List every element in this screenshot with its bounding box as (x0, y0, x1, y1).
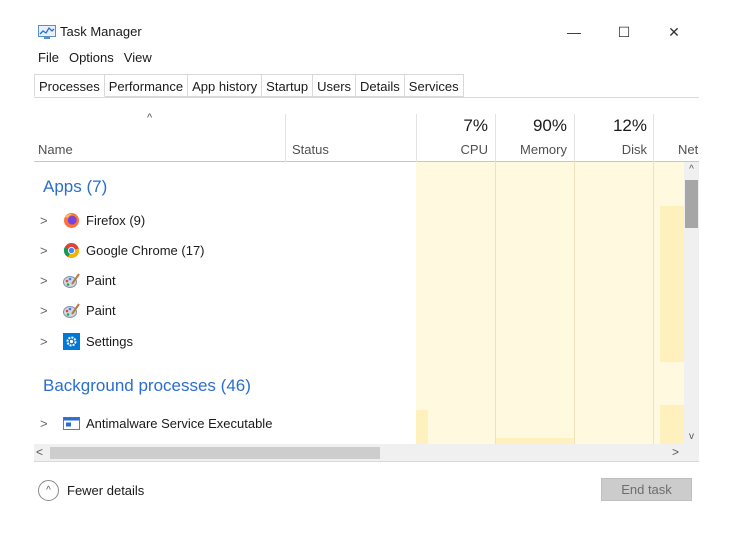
tab-services[interactable]: Services (404, 74, 464, 97)
fewer-details-label: Fewer details (67, 482, 145, 498)
process-name: Paint (86, 273, 116, 288)
group-header-background: Background processes (46) (43, 376, 251, 395)
column-divider[interactable] (574, 114, 575, 162)
process-name: Antimalware Service Executable (86, 416, 273, 431)
scroll-right-icon[interactable]: > (672, 445, 679, 459)
cpu-heat-cell (416, 410, 428, 444)
tab-performance[interactable]: Performance (104, 74, 189, 97)
tab-details[interactable]: Details (356, 74, 405, 97)
process-name: Firefox (9) (86, 213, 146, 228)
tab-bar: Processes Performance App history Startu… (34, 74, 464, 98)
expand-chevron-icon[interactable]: > (40, 213, 48, 228)
minimize-button[interactable]: — (551, 18, 597, 46)
tab-users[interactable]: Users (313, 74, 357, 97)
tab-startup[interactable]: Startup (262, 74, 314, 97)
column-header-memory[interactable]: Memory (520, 142, 567, 157)
paint-icon (63, 302, 80, 319)
expand-chevron-icon[interactable]: > (40, 303, 48, 318)
column-divider[interactable] (653, 114, 654, 162)
expand-chevron-icon[interactable]: > (40, 243, 48, 258)
process-row[interactable]: > Paint (34, 267, 414, 295)
column-divider[interactable] (495, 114, 496, 162)
process-name: Paint (86, 303, 116, 318)
column-divider[interactable] (416, 114, 417, 162)
vertical-scrollbar[interactable]: ^ v (684, 162, 699, 444)
network-heat-cell (660, 206, 684, 362)
end-task-button[interactable]: End task (601, 478, 692, 501)
column-header-status[interactable]: Status (292, 142, 329, 157)
close-icon: ✕ (668, 23, 680, 40)
chrome-icon (63, 242, 80, 259)
process-list: Apps (7) > Firefox (9) > Google Chrome (… (34, 162, 684, 444)
expand-chevron-icon[interactable]: > (40, 416, 48, 431)
cpu-heat-column (416, 162, 495, 444)
process-row[interactable]: > Settings (34, 328, 414, 356)
maximize-icon: ☐ (617, 23, 631, 40)
paint-icon (63, 272, 80, 289)
column-gridline (495, 162, 496, 444)
column-gridline (574, 162, 575, 444)
horizontal-scrollbar[interactable]: < > (34, 444, 699, 462)
disk-heat-column (574, 162, 653, 444)
menu-bar: File Options View (38, 50, 162, 65)
scroll-left-icon[interactable]: < (36, 445, 43, 459)
scroll-up-icon[interactable]: ^ (684, 164, 699, 175)
scroll-down-icon[interactable]: v (684, 431, 699, 442)
cpu-total-percent[interactable]: 7% (463, 116, 488, 136)
process-row[interactable]: > Antimalware Service Executable (34, 410, 414, 438)
process-row[interactable]: > Firefox (9) (34, 207, 414, 235)
service-icon (63, 415, 80, 432)
process-name: Settings (86, 334, 133, 349)
firefox-icon (63, 212, 80, 229)
task-manager-icon (38, 25, 56, 39)
title-bar: Task Manager — ☐ ✕ (34, 18, 699, 46)
menu-file[interactable]: File (38, 50, 59, 65)
minimize-icon: — (567, 24, 581, 40)
tab-app-history[interactable]: App history (188, 74, 263, 97)
column-header-network[interactable]: Net (678, 142, 698, 157)
process-name: Google Chrome (17) (86, 243, 205, 258)
expand-chevron-icon[interactable]: > (40, 273, 48, 288)
column-gridline (653, 162, 654, 444)
group-header-apps: Apps (7) (43, 177, 108, 196)
network-heat-cell (660, 405, 684, 444)
tab-divider (34, 97, 699, 98)
tab-processes[interactable]: Processes (34, 74, 105, 97)
menu-view[interactable]: View (124, 50, 152, 65)
column-header-disk[interactable]: Disk (622, 142, 647, 157)
column-header-name[interactable]: Name (38, 142, 73, 157)
process-row[interactable]: > Paint (34, 297, 414, 325)
column-header-cpu[interactable]: CPU (461, 142, 488, 157)
vertical-scroll-thumb[interactable] (685, 180, 698, 228)
fewer-details-button[interactable]: ^ Fewer details (38, 479, 144, 501)
memory-total-percent[interactable]: 90% (533, 116, 567, 136)
memory-heat-column (495, 162, 574, 444)
expand-chevron-icon[interactable]: > (40, 334, 48, 349)
window-title: Task Manager (60, 24, 142, 39)
column-divider[interactable] (285, 114, 286, 162)
sort-ascending-icon: ^ (147, 112, 153, 124)
settings-icon (63, 333, 80, 350)
process-row[interactable]: > Google Chrome (17) (34, 237, 414, 265)
menu-options[interactable]: Options (69, 50, 114, 65)
close-button[interactable]: ✕ (651, 18, 697, 46)
chevron-up-circle-icon: ^ (38, 479, 59, 501)
disk-total-percent[interactable]: 12% (613, 116, 647, 136)
maximize-button[interactable]: ☐ (601, 18, 647, 46)
horizontal-scroll-thumb[interactable] (50, 447, 380, 459)
column-header-row: ^ Name Status 7% CPU 90% Memory 12% Disk… (34, 110, 699, 162)
